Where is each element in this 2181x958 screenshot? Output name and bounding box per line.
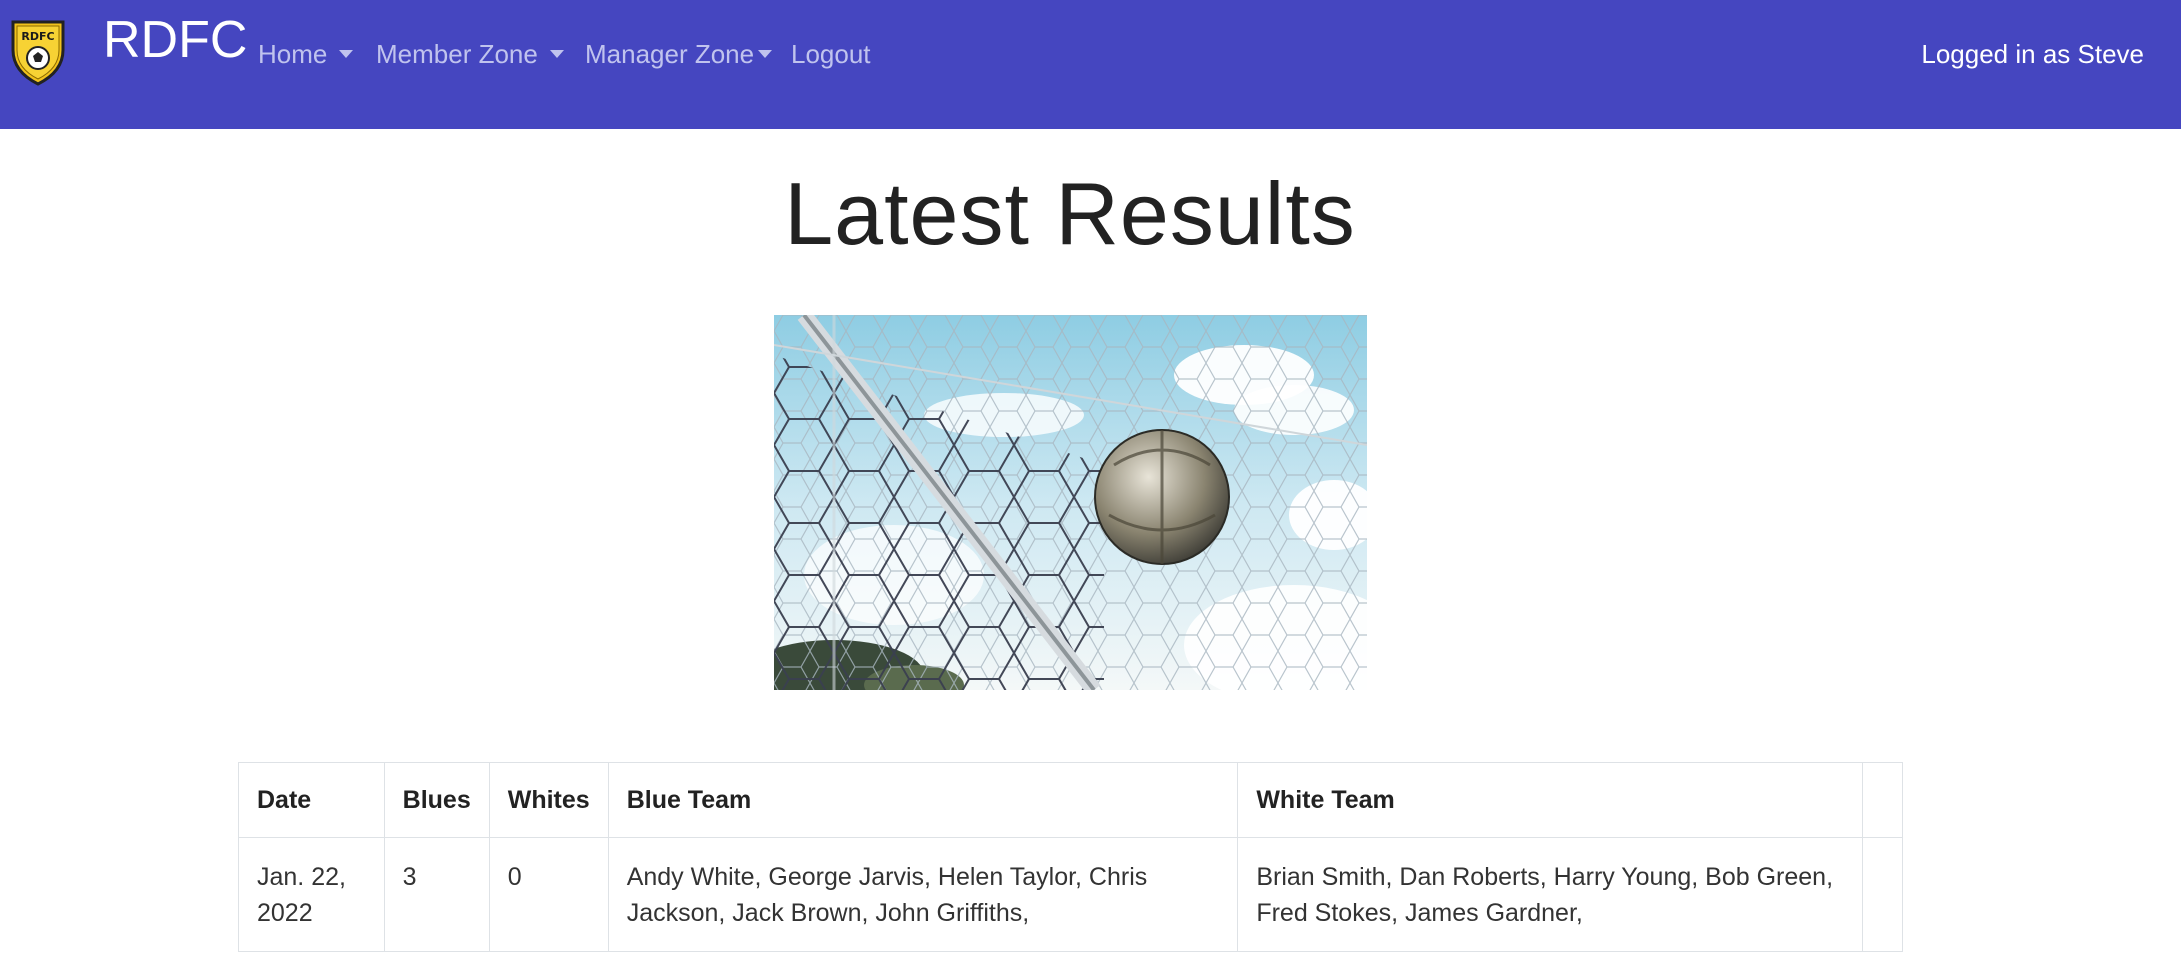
cell-blues-score: 3 xyxy=(383,837,490,952)
nav-logout-link[interactable]: Logout xyxy=(791,40,871,69)
top-navbar: RDFC RDFC Home Member Zone Manager Zone … xyxy=(0,0,2181,129)
crest-text: RDFC xyxy=(21,30,54,43)
nav-member-zone-label: Member Zone xyxy=(376,39,538,69)
football-in-goal-net-image xyxy=(774,315,1367,690)
brand-name[interactable]: RDFC xyxy=(103,14,247,66)
table-row: Jan. 22, 2022 3 0 Andy White, George Jar… xyxy=(238,837,1903,952)
club-crest-logo[interactable]: RDFC xyxy=(8,16,68,86)
nav-manager-zone-label: Manager Zone xyxy=(585,39,755,69)
cell-whites-score: 0 xyxy=(488,837,609,952)
nav-logout-label: Logout xyxy=(791,39,871,69)
column-header-whites: Whites xyxy=(488,762,609,838)
nav-home-dropdown[interactable]: Home xyxy=(258,39,354,69)
caret-down-icon xyxy=(339,50,354,59)
column-header-white-team: White Team xyxy=(1237,762,1863,838)
cell-white-team: Brian Smith, Dan Roberts, Harry Young, B… xyxy=(1237,837,1863,952)
nav-manager-zone-dropdown[interactable]: Manager Zone xyxy=(585,39,773,69)
caret-down-icon xyxy=(549,50,564,59)
page-title: Latest Results xyxy=(784,164,1356,263)
column-header-date: Date xyxy=(238,762,385,838)
column-header-empty xyxy=(1862,762,1903,838)
cell-blue-team: Andy White, George Jarvis, Helen Taylor,… xyxy=(607,837,1239,952)
nav-member-zone-dropdown[interactable]: Member Zone xyxy=(376,40,564,69)
column-header-blues: Blues xyxy=(383,762,490,838)
caret-down-icon xyxy=(758,50,773,59)
cell-date: Jan. 22, 2022 xyxy=(238,837,385,952)
results-table: Date Blues Whites Blue Team White Team J… xyxy=(238,762,1903,952)
column-header-blue-team: Blue Team xyxy=(607,762,1239,838)
table-header-row: Date Blues Whites Blue Team White Team xyxy=(238,762,1903,838)
logged-in-status: Logged in as Steve xyxy=(1921,39,2144,69)
cell-extra xyxy=(1862,837,1903,952)
nav-home-label: Home xyxy=(258,39,328,69)
